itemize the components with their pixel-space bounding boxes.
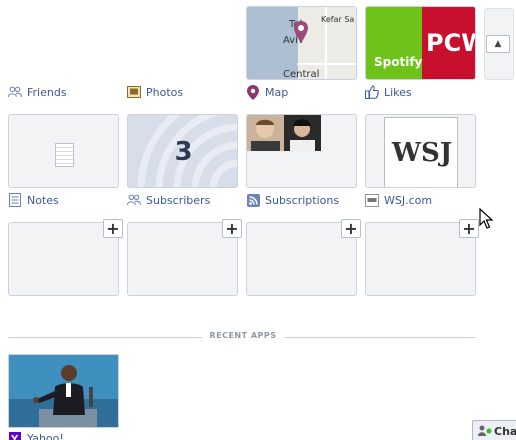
scroll-panel: ▲ (484, 8, 514, 80)
online-user-icon (478, 425, 492, 436)
person-photo-icon (284, 115, 321, 151)
add-section-button[interactable]: + (222, 219, 242, 238)
chat-label: Cha (494, 424, 516, 438)
plus-icon: + (462, 218, 476, 238)
avatar (247, 115, 284, 151)
app-photo-icon (9, 355, 118, 427)
friends-icon (8, 85, 22, 99)
notes-tile[interactable] (8, 114, 119, 188)
map-marker-icon (246, 84, 260, 100)
recent-app-label: Yahoo! (27, 431, 64, 440)
subscribers-tile[interactable]: 3 (127, 114, 238, 188)
subscriptions-tile[interactable] (246, 114, 357, 188)
likes-label: Likes (384, 85, 412, 99)
map-town-label: Kefar Sa (321, 15, 355, 24)
plus-icon: + (106, 218, 120, 238)
add-section-button[interactable]: + (341, 219, 361, 238)
friends-link[interactable]: Friends (8, 84, 67, 100)
subscribers-count: 3 (174, 137, 193, 167)
subscribers-icon (127, 193, 141, 207)
photos-icon (127, 85, 141, 99)
plus-icon: + (225, 218, 239, 238)
wsj-tile[interactable]: WSJ (365, 114, 476, 188)
notes-icon (8, 193, 22, 207)
wsj-label: WSJ.com (384, 193, 433, 207)
map-pin-icon (294, 21, 308, 43)
scroll-up-button[interactable]: ▲ (486, 35, 510, 53)
svg-text:Y: Y (10, 434, 19, 440)
spotify-label: Spotify (374, 55, 423, 69)
likes-tile[interactable]: Spotify PCW (365, 6, 476, 80)
rss-icon (246, 193, 260, 207)
wsj-logo-frame: WSJ (384, 117, 458, 187)
pcw-tile: PCW (422, 7, 475, 79)
plus-icon: + (344, 218, 358, 238)
pcw-label: PCW (426, 29, 475, 57)
subscribers-label: Subscribers (146, 193, 211, 207)
chat-bar[interactable]: Cha (472, 420, 516, 440)
notes-paper-icon (55, 143, 74, 167)
subscriptions-link[interactable]: Subscriptions (246, 192, 339, 208)
wsj-logo: WSJ (391, 138, 453, 168)
chevron-up-icon: ▲ (494, 39, 502, 49)
mouse-cursor-icon (479, 208, 493, 229)
notes-label: Notes (27, 193, 59, 207)
recent-apps-divider (284, 337, 476, 338)
yahoo-icon: Y (8, 431, 22, 440)
add-section-button[interactable]: + (459, 219, 479, 238)
yahoo-app-link[interactable]: Y Yahoo! (8, 430, 64, 440)
likes-link[interactable]: Likes (365, 84, 412, 100)
subscribers-link[interactable]: Subscribers (127, 192, 210, 208)
spotify-tile: Spotify (366, 7, 423, 79)
recent-apps-title: RECENT APPS (209, 331, 277, 340)
friends-label: Friends (27, 85, 67, 99)
notes-link[interactable]: Notes (8, 192, 59, 208)
avatar (284, 115, 321, 151)
map-label: Map (265, 85, 289, 99)
thumbs-up-icon (365, 85, 379, 99)
map-region-label: Central (283, 69, 320, 80)
map-link[interactable]: Map (246, 84, 288, 100)
add-section-button[interactable]: + (103, 219, 123, 238)
recent-apps-divider (8, 337, 202, 338)
wsj-favicon-icon (365, 193, 379, 207)
photos-label: Photos (146, 85, 184, 99)
map-road (297, 63, 356, 65)
map-tile[interactable]: Tel Aviv Kefar Sa Central (246, 6, 357, 80)
wsj-link[interactable]: WSJ.com (365, 192, 432, 208)
photos-link[interactable]: Photos (127, 84, 183, 100)
recent-app-thumbnail[interactable] (8, 354, 119, 428)
subscriptions-label: Subscriptions (265, 193, 340, 207)
person-photo-icon (247, 115, 284, 151)
